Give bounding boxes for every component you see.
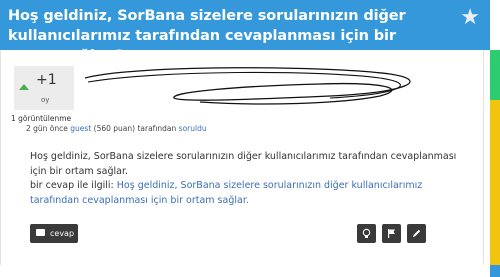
edit-button[interactable] xyxy=(407,224,426,243)
pencil-icon xyxy=(413,229,421,237)
redaction-scribble xyxy=(84,67,411,105)
vote-box: +1 oy xyxy=(14,66,74,110)
vote-count: +1 xyxy=(36,72,57,88)
accent-strip-yellow xyxy=(490,100,500,265)
answer-button[interactable]: cevap xyxy=(30,224,78,243)
ask-related-button[interactable] xyxy=(357,224,376,243)
related-question: bir cevap ile ilgili: Hoş geldiniz, SorB… xyxy=(30,179,470,208)
star-icon[interactable]: ★ xyxy=(460,7,480,29)
meta-user-link[interactable]: guest xyxy=(70,124,91,133)
accent-strip-top xyxy=(490,0,500,50)
flag-icon xyxy=(388,229,395,238)
meta-by: tarafından xyxy=(137,124,177,133)
vote-up-icon[interactable] xyxy=(19,84,29,90)
question-header: Hoş geldiniz, SorBana sizelere soruların… xyxy=(0,0,490,64)
answer-button-label: cevap xyxy=(50,229,75,238)
question-body: Hoş geldiniz, SorBana sizelere soruların… xyxy=(30,150,470,208)
lightbulb-icon xyxy=(362,228,371,238)
meta-action-link[interactable]: soruldu xyxy=(179,124,207,133)
question-meta: 2 gün önce guest (560 puan) tarafından s… xyxy=(26,124,207,133)
accent-strip-blue xyxy=(490,265,500,277)
comment-icon xyxy=(36,229,45,236)
accent-strip-green xyxy=(490,50,500,100)
flag-button[interactable] xyxy=(382,224,401,243)
view-count: 1 görüntülenme xyxy=(11,114,72,123)
meta-time: 2 gün önce xyxy=(26,124,68,133)
meta-points: (560 puan) xyxy=(93,124,136,133)
related-prefix: bir cevap ile ilgili: xyxy=(30,180,114,191)
question-body-text: Hoş geldiniz, SorBana sizelere soruların… xyxy=(30,151,457,177)
vote-label: oy xyxy=(41,96,50,104)
